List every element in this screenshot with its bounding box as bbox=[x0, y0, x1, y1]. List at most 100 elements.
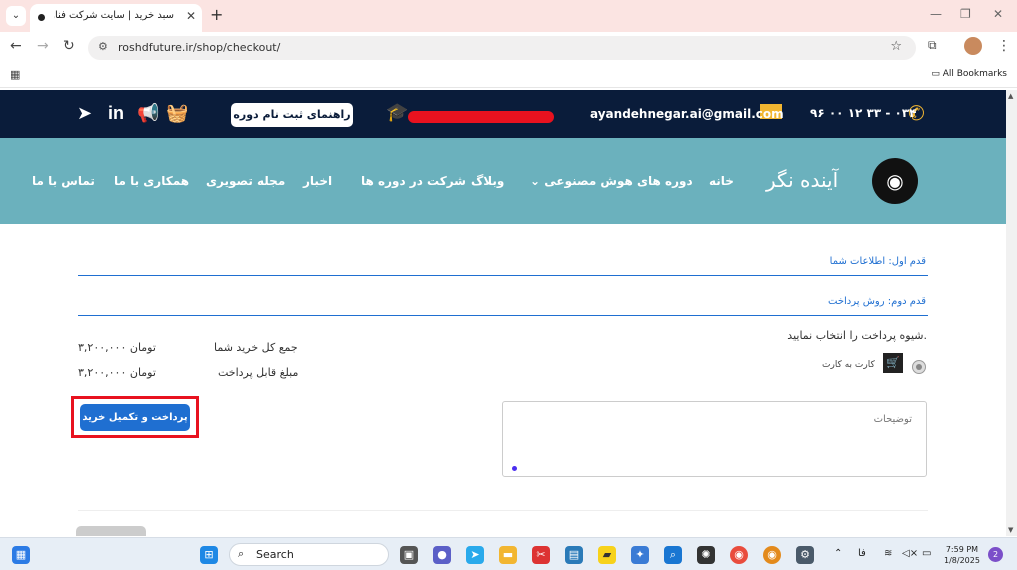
browser-alt-icon[interactable]: ◉ bbox=[763, 546, 781, 564]
total-label: جمع کل خرید شما bbox=[214, 341, 298, 354]
radio-selected-dot bbox=[916, 364, 922, 370]
search-icon: ⌕ bbox=[238, 547, 245, 560]
scroll-up-arrow[interactable]: ▲ bbox=[1008, 92, 1013, 100]
battery-icon[interactable]: ▭ bbox=[922, 548, 931, 559]
nav-video-magazine[interactable]: مجله تصویری bbox=[206, 174, 285, 188]
browser-toolbar: ← → ↻ ⚙ roshdfuture.ir/shop/checkout/ ☆ … bbox=[0, 32, 1017, 62]
tab-title: سبد خرید | سایت شرکت فناور آینده bbox=[54, 10, 174, 21]
nav-home[interactable]: خانه bbox=[709, 174, 734, 188]
clock-time: 7:59 PM bbox=[945, 545, 979, 554]
tab-loading-icon bbox=[38, 14, 45, 21]
clock-date: 1/8/2025 bbox=[944, 556, 980, 565]
taskbar-search[interactable]: ⌕ Search bbox=[229, 543, 389, 566]
close-window-button[interactable]: ✕ bbox=[993, 7, 1003, 21]
nav-contact[interactable]: تماس با ما bbox=[32, 174, 95, 188]
browser-tab[interactable]: سبد خرید | سایت شرکت فناور آینده ✕ bbox=[30, 4, 202, 32]
nav-cooperation[interactable]: همکاری با ما bbox=[114, 174, 189, 188]
sticky-notes-icon[interactable]: ▰ bbox=[598, 546, 616, 564]
profile-avatar[interactable] bbox=[964, 37, 982, 55]
notes-placeholder: توضیحات bbox=[873, 414, 912, 425]
back-icon[interactable]: ← bbox=[10, 38, 22, 54]
grey-button[interactable] bbox=[76, 526, 146, 536]
section-divider bbox=[78, 510, 928, 511]
nav-ai-courses-label: دوره های هوش مصنوعی bbox=[544, 174, 693, 188]
site-topbar: ✆ ۰۳۴ - ۳۳ ۱۲ ۰۰ ۹۶ ayandehnegar.ai@gmai… bbox=[0, 90, 1006, 138]
close-icon[interactable]: ✕ bbox=[186, 9, 196, 23]
extensions-icon[interactable]: ⧉ bbox=[928, 38, 937, 53]
all-bookmarks-label: All Bookmarks bbox=[942, 69, 1007, 79]
bookmarks-bar: ▦ ▭ All Bookmarks bbox=[0, 62, 1017, 88]
main-navbar: ◉ آینده نگر خانه ⌄ دوره های هوش مصنوعی و… bbox=[0, 138, 1006, 224]
shop-basket-icon[interactable]: 🧺 bbox=[166, 103, 188, 124]
chatgpt-icon[interactable]: ✺ bbox=[697, 546, 715, 564]
nav-enroll[interactable]: شرکت در دوره ها bbox=[361, 174, 466, 188]
notes-textarea[interactable]: توضیحات bbox=[502, 401, 927, 477]
phone-number[interactable]: ۰۳۴ - ۳۳ ۱۲ ۰۰ ۹۶ bbox=[810, 106, 917, 120]
brand-name[interactable]: آینده نگر bbox=[766, 168, 838, 192]
step-one-label: قدم اول: اطلاعات شما bbox=[829, 256, 926, 267]
apps-grid-icon[interactable]: ▦ bbox=[10, 68, 20, 81]
file-explorer-icon[interactable]: ▬ bbox=[499, 546, 517, 564]
copilot-icon[interactable]: ✦ bbox=[631, 546, 649, 564]
tab-search-button[interactable]: ⌄ bbox=[6, 6, 26, 26]
register-guide-button[interactable]: راهنمای ثبت نام دوره bbox=[231, 103, 353, 127]
reload-icon[interactable]: ↻ bbox=[63, 38, 75, 54]
step-two-header[interactable]: قدم دوم: روش پرداخت bbox=[78, 292, 928, 316]
redacted-info bbox=[408, 111, 554, 123]
settings-icon[interactable]: ⚙ bbox=[796, 546, 814, 564]
clock[interactable]: 7:59 PM 1/8/2025 bbox=[944, 544, 980, 566]
payable-value: ۳,۲۰۰,۰۰۰ تومان bbox=[78, 366, 156, 379]
total-value: ۳,۲۰۰,۰۰۰ تومان bbox=[78, 341, 156, 354]
folder-icon: ▭ bbox=[931, 69, 943, 79]
cursor-dot bbox=[512, 466, 517, 471]
bookmark-star-icon[interactable]: ☆ bbox=[890, 39, 902, 54]
step-two-label: قدم دوم: روش پرداخت bbox=[828, 296, 926, 307]
telegram-app-icon[interactable]: ➤ bbox=[466, 546, 484, 564]
choose-payment-text: شیوه پرداخت را انتخاب نمایید. bbox=[787, 329, 927, 342]
chrome-icon[interactable]: ◉ bbox=[730, 546, 748, 564]
payable-label: مبلغ قابل پرداخت bbox=[218, 366, 299, 379]
minimize-button[interactable]: — bbox=[930, 7, 942, 21]
new-tab-button[interactable]: + bbox=[210, 5, 223, 24]
brain-logo-icon[interactable]: ◉ bbox=[872, 158, 918, 204]
card-to-card-radio[interactable] bbox=[912, 360, 926, 374]
forward-icon[interactable]: → bbox=[37, 38, 49, 54]
menu-icon[interactable]: ⋮ bbox=[997, 38, 1011, 54]
graduation-cap-icon: 🎓 bbox=[386, 102, 409, 123]
chat-icon[interactable]: ● bbox=[433, 546, 451, 564]
nav-news[interactable]: اخبار bbox=[303, 174, 332, 188]
pay-button-highlight: پرداخت و تکمیل خرید bbox=[71, 396, 199, 438]
url-text: roshdfuture.ir/shop/checkout/ bbox=[118, 41, 281, 54]
cart-icon: 🛒 bbox=[883, 353, 903, 373]
notification-badge[interactable]: 2 bbox=[988, 547, 1003, 562]
calculator-icon[interactable]: ▤ bbox=[565, 546, 583, 564]
chevron-down-icon: ⌄ bbox=[530, 174, 545, 188]
browser-tab-bar: ⌄ سبد خرید | سایت شرکت فناور آینده ✕ + —… bbox=[0, 0, 1017, 32]
all-bookmarks[interactable]: ▭ All Bookmarks bbox=[931, 69, 1007, 79]
search-label: Search bbox=[256, 548, 294, 561]
language-indicator[interactable]: فا bbox=[858, 548, 866, 559]
address-bar[interactable]: ⚙ roshdfuture.ir/shop/checkout/ ☆ bbox=[88, 36, 916, 60]
task-view-icon[interactable]: ▣ bbox=[400, 546, 418, 564]
step-one-header[interactable]: قدم اول: اطلاعات شما bbox=[78, 252, 928, 276]
email-address[interactable]: ayandehnegar.ai@gmail.com bbox=[590, 107, 784, 121]
nav-ai-courses[interactable]: ⌄ دوره های هوش مصنوعی bbox=[530, 174, 693, 188]
restore-button[interactable]: ❐ bbox=[960, 7, 971, 21]
nav-blog[interactable]: وبلاگ bbox=[471, 174, 504, 188]
wifi-icon[interactable]: ≋ bbox=[884, 548, 892, 559]
page-scrollbar[interactable] bbox=[1006, 90, 1017, 536]
telegram-icon[interactable]: ➤ bbox=[77, 103, 92, 124]
start-icon[interactable]: ⊞ bbox=[200, 546, 218, 564]
pay-complete-button[interactable]: پرداخت و تکمیل خرید bbox=[80, 404, 190, 431]
snipping-tool-icon[interactable]: ✂ bbox=[532, 546, 550, 564]
site-info-icon[interactable]: ⚙ bbox=[98, 40, 108, 53]
windows-taskbar: ▦ ⊞ ⌕ Search ▣ ● ➤ ▬ ✂ ▤ ▰ ✦ ⌕ ✺ ◉ ◉ ⚙ ⌃… bbox=[0, 537, 1017, 570]
megaphone-icon[interactable]: 📢 bbox=[137, 103, 159, 124]
linkedin-icon[interactable]: in bbox=[108, 103, 124, 124]
card-to-card-label: کارت به کارت bbox=[822, 360, 875, 370]
search-app-icon[interactable]: ⌕ bbox=[664, 546, 682, 564]
tray-chevron-icon[interactable]: ⌃ bbox=[834, 548, 842, 559]
scroll-down-arrow[interactable]: ▼ bbox=[1008, 526, 1013, 534]
widgets-icon[interactable]: ▦ bbox=[12, 546, 30, 564]
volume-icon[interactable]: ◁× bbox=[902, 548, 918, 559]
